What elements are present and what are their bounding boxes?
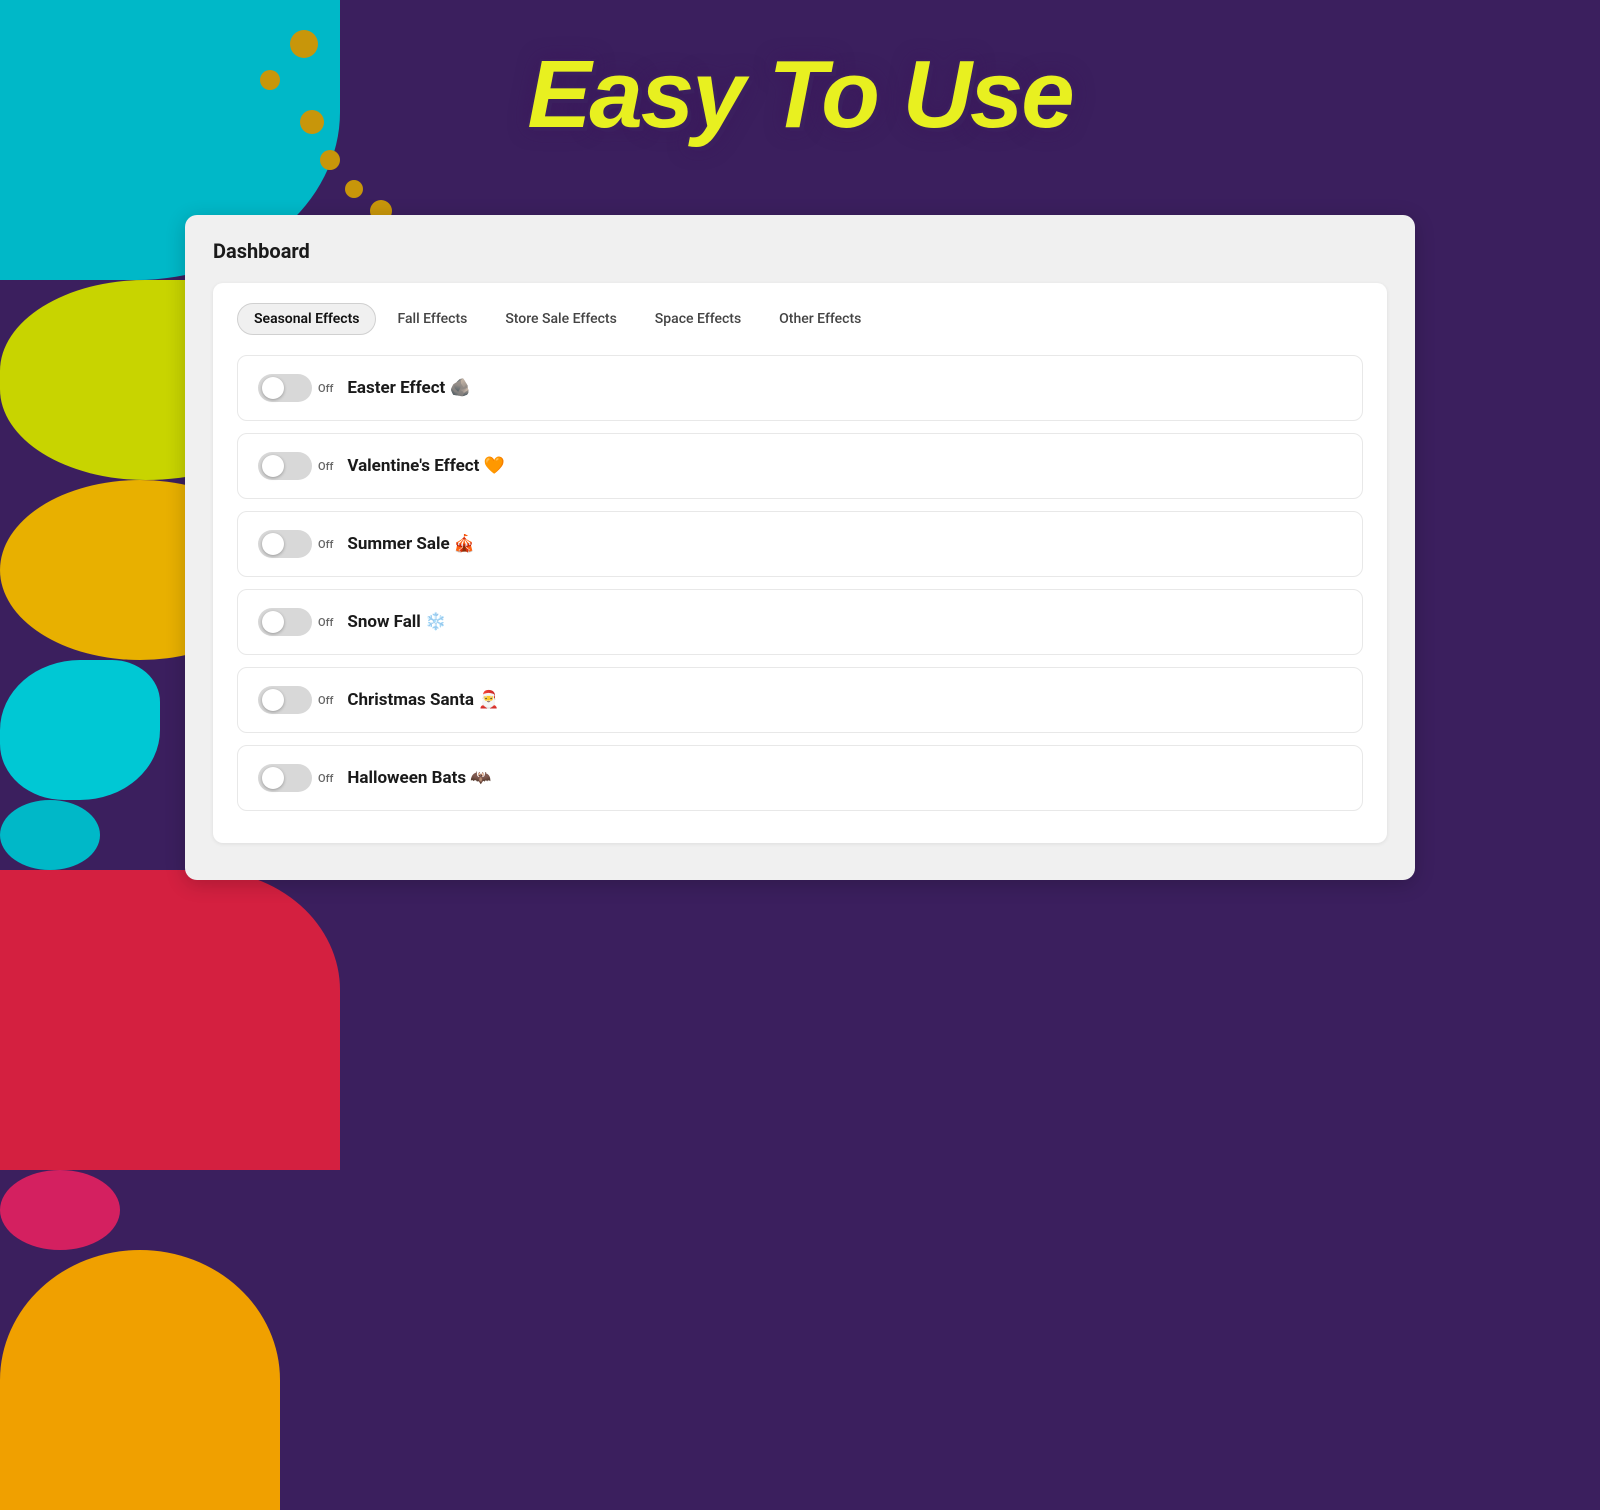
- inner-card: Seasonal Effects Fall Effects Store Sale…: [213, 283, 1387, 843]
- effect-emoji-snow-fall: ❄️: [425, 612, 446, 632]
- toggle-valentines[interactable]: Off: [258, 452, 333, 480]
- toggle-track-easter: [258, 374, 312, 402]
- effect-label-valentines: Valentine's Effect 🧡: [347, 456, 504, 476]
- toggle-christmas-santa[interactable]: Off: [258, 686, 333, 714]
- effect-label-summer-sale: Summer Sale 🎪: [347, 534, 475, 554]
- effect-row-christmas-santa: Off Christmas Santa 🎅: [237, 667, 1363, 733]
- tab-other-effects[interactable]: Other Effects: [762, 303, 878, 335]
- effect-label-snow-fall: Snow Fall ❄️: [347, 612, 446, 632]
- toggle-label-halloween-bats: Off: [318, 772, 333, 785]
- effect-emoji-summer-sale: 🎪: [454, 534, 475, 554]
- toggle-thumb-easter: [262, 377, 284, 399]
- bg-blob-teal-left-mid: [0, 800, 100, 870]
- effect-row-summer-sale: Off Summer Sale 🎪: [237, 511, 1363, 577]
- dashboard-title: Dashboard: [213, 239, 1387, 263]
- toggle-thumb-snow-fall: [262, 611, 284, 633]
- toggle-label-christmas-santa: Off: [318, 694, 333, 707]
- toggle-label-easter: Off: [318, 382, 333, 395]
- dashboard-panel: Dashboard Seasonal Effects Fall Effects …: [185, 215, 1415, 880]
- effect-emoji-easter: 🪨: [450, 378, 471, 398]
- toggle-label-valentines: Off: [318, 460, 333, 473]
- toggle-easter[interactable]: Off: [258, 374, 333, 402]
- bg-blob-pink-mid-left: [0, 1170, 120, 1250]
- toggle-thumb-christmas-santa: [262, 689, 284, 711]
- toggle-thumb-halloween-bats: [262, 767, 284, 789]
- effect-label-halloween-bats: Halloween Bats 🦇: [347, 768, 491, 788]
- effect-label-christmas-santa: Christmas Santa 🎅: [347, 690, 499, 710]
- toggle-track-summer-sale: [258, 530, 312, 558]
- toggle-label-summer-sale: Off: [318, 538, 333, 551]
- tab-fall-effects[interactable]: Fall Effects: [380, 303, 484, 335]
- toggle-snow-fall[interactable]: Off: [258, 608, 333, 636]
- toggle-label-snow-fall: Off: [318, 616, 333, 629]
- effect-row-easter: Off Easter Effect 🪨: [237, 355, 1363, 421]
- header-title: Easy To Use: [0, 40, 1600, 150]
- effect-emoji-halloween-bats: 🦇: [470, 768, 491, 788]
- toggle-halloween-bats[interactable]: Off: [258, 764, 333, 792]
- coin-4: [320, 150, 340, 170]
- effect-row-snow-fall: Off Snow Fall ❄️: [237, 589, 1363, 655]
- effect-label-easter: Easter Effect 🪨: [347, 378, 470, 398]
- toggle-summer-sale[interactable]: Off: [258, 530, 333, 558]
- tab-store-sale-effects[interactable]: Store Sale Effects: [488, 303, 633, 335]
- effect-row-halloween-bats: Off Halloween Bats 🦇: [237, 745, 1363, 811]
- tab-space-effects[interactable]: Space Effects: [638, 303, 758, 335]
- toggle-track-halloween-bats: [258, 764, 312, 792]
- bg-blob-yellow-bottom-right: [0, 1250, 280, 1510]
- effect-row-valentines: Off Valentine's Effect 🧡: [237, 433, 1363, 499]
- toggle-track-christmas-santa: [258, 686, 312, 714]
- toggle-track-valentines: [258, 452, 312, 480]
- toggle-thumb-valentines: [262, 455, 284, 477]
- bg-blob-red-bottom-left: [0, 870, 340, 1170]
- toggle-track-snow-fall: [258, 608, 312, 636]
- effect-emoji-valentines: 🧡: [484, 456, 505, 476]
- coin-5: [345, 180, 363, 198]
- tabs-row: Seasonal Effects Fall Effects Store Sale…: [237, 303, 1363, 335]
- bg-blob-teal-right: [0, 660, 160, 800]
- effect-emoji-christmas-santa: 🎅: [478, 690, 499, 710]
- tab-seasonal-effects[interactable]: Seasonal Effects: [237, 303, 376, 335]
- toggle-thumb-summer-sale: [262, 533, 284, 555]
